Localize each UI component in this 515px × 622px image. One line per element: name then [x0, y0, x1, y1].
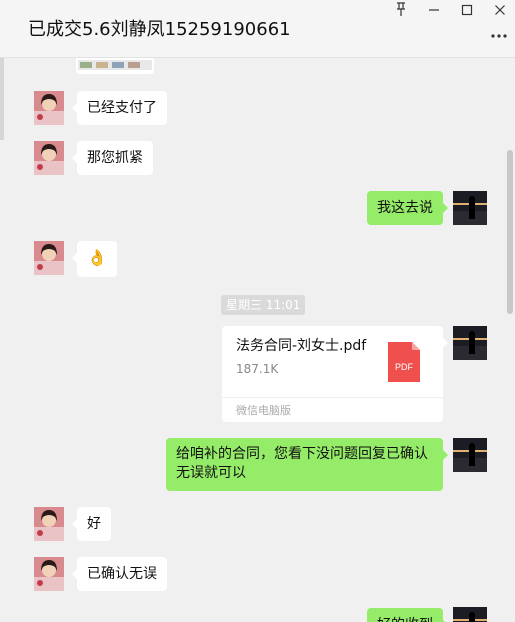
time-divider: 星期三 11:01 [221, 295, 306, 315]
maximize-icon[interactable] [453, 0, 481, 20]
file-card-divider [222, 397, 443, 398]
file-name: 法务合同-刘女士.pdf [236, 338, 367, 354]
more-icon[interactable] [489, 26, 509, 42]
message-bubble[interactable]: 给咱补的合同，您看下没问题回复已确认 无误就可以 [166, 438, 448, 491]
message-bubble[interactable]: 已经支付了 [72, 91, 167, 125]
message-bubble[interactable]: 好的收到 [367, 608, 448, 622]
minimize-icon[interactable] [420, 0, 448, 20]
contact-avatar[interactable] [34, 241, 64, 275]
chat-title: 已成交5.6刘静凤15259190661 [28, 19, 291, 40]
pin-icon[interactable] [387, 0, 415, 20]
chat-header: 已成交5.6刘静凤15259190661 [0, 0, 515, 58]
pdf-badge-label: PDF [395, 362, 414, 372]
scrollbar[interactable] [507, 150, 513, 314]
message-bubble[interactable]: 那您抓紧 [72, 141, 153, 175]
file-source-label: 微信电脑版 [236, 404, 291, 417]
message-bubble[interactable]: 我这去说 [367, 191, 448, 225]
my-avatar[interactable] [453, 326, 487, 360]
emoji-message[interactable]: 👌 [72, 241, 117, 277]
my-avatar[interactable] [453, 438, 487, 472]
my-avatar[interactable] [453, 607, 487, 622]
message-bubble[interactable]: 已确认无误 [72, 557, 167, 591]
message-text-line: 给咱补的合同，您看下没问题回复已确认 [176, 446, 428, 462]
close-icon[interactable] [486, 0, 514, 20]
file-message[interactable]: 法务合同-刘女士.pdf 187.1K PDF 微信电脑版 [222, 326, 448, 422]
ok-hand-emoji: 👌 [87, 248, 107, 267]
contact-avatar[interactable] [34, 141, 64, 175]
message-list[interactable]: 已经支付了 那您抓紧 我这去说 👌 星期三 11:01 法务合同-刘女士.pdf… [0, 58, 515, 622]
contact-avatar[interactable] [34, 557, 64, 591]
file-size: 187.1K [236, 362, 279, 376]
my-avatar[interactable] [453, 191, 487, 225]
pdf-file-icon: PDF [388, 342, 420, 382]
contact-avatar[interactable] [34, 91, 64, 125]
message-bubble[interactable]: 好 [72, 507, 111, 541]
message-text-line: 无误就可以 [176, 465, 246, 481]
image-message-thumbnail[interactable] [76, 58, 154, 74]
contact-avatar[interactable] [34, 507, 64, 541]
